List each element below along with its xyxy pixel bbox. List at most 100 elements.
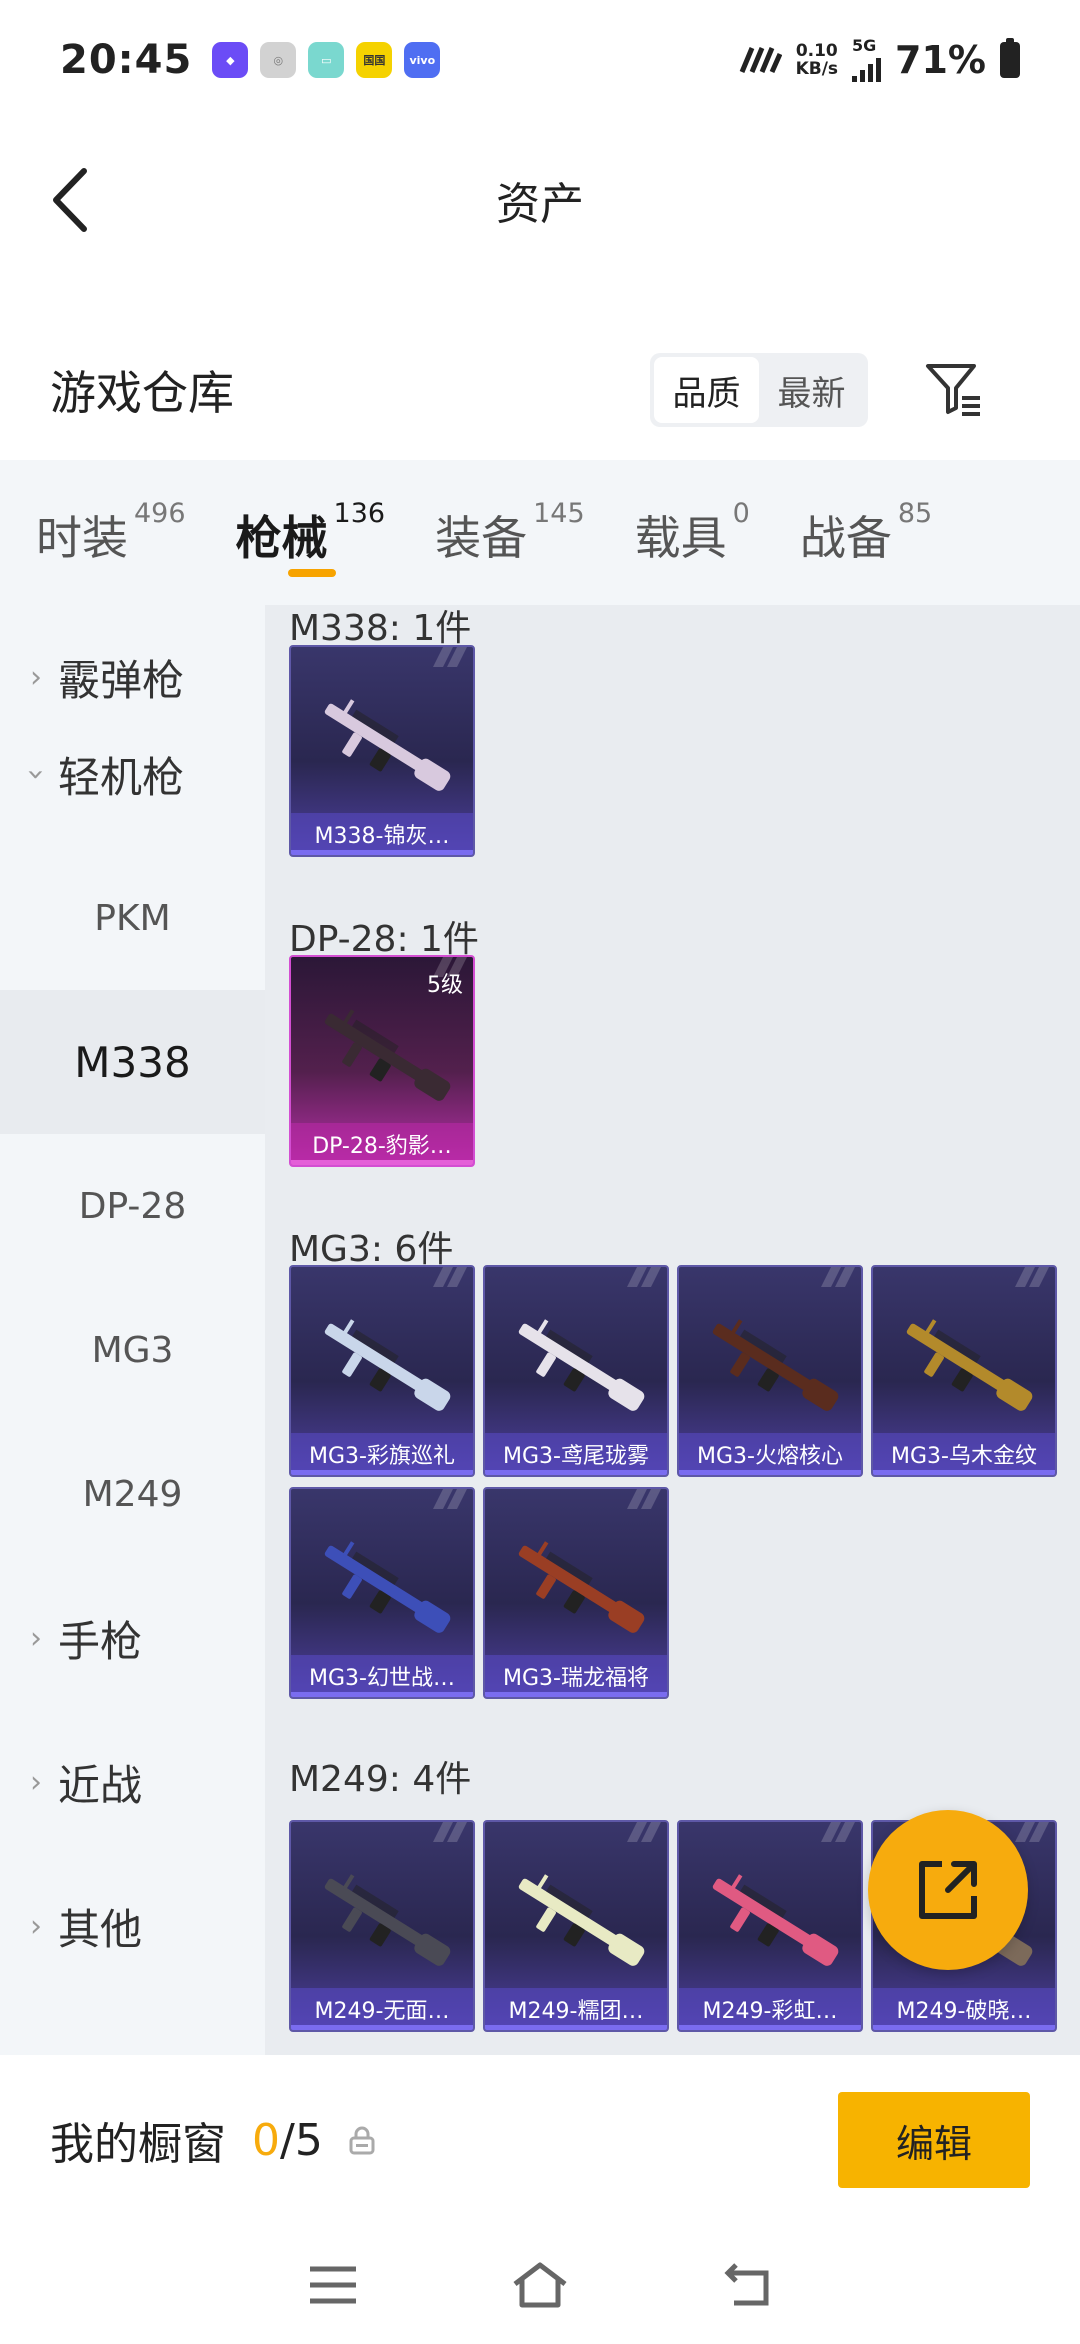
tab-count: 496 — [134, 498, 186, 529]
showcase-total: /5 — [280, 2114, 323, 2166]
weapon-card[interactable]: M249-糯团… — [483, 1820, 669, 2032]
machine-gun-icon — [712, 1874, 839, 1966]
showcase-label: 我的橱窗 — [50, 2119, 226, 2170]
showcase-bar: 我的橱窗 0/5 编辑 — [0, 2055, 1080, 2225]
sidebar-item-dp28[interactable]: DP-28 — [0, 1134, 265, 1278]
showcase-current: 0 — [252, 2114, 280, 2166]
network-indicator: 5G — [852, 36, 882, 82]
filter-button[interactable] — [920, 356, 988, 424]
page-header: 资产 — [0, 120, 1080, 280]
machine-gun-icon — [324, 1874, 451, 1966]
sidebar-item-other[interactable]: › 其他 — [0, 1854, 265, 1998]
warehouse-row: 游戏仓库 品质 最新 — [0, 330, 1080, 450]
machine-gun-icon — [324, 699, 451, 791]
weapon-card-name: MG3-幻世战… — [291, 1655, 473, 1697]
chevron-down-icon: › — [18, 768, 54, 780]
back-button[interactable] — [40, 160, 100, 240]
tab-vehicles[interactable]: 载具 0 — [635, 460, 750, 605]
machine-gun-icon — [906, 1319, 1033, 1411]
home-icon — [513, 2262, 567, 2307]
network-type: 5G — [852, 36, 877, 55]
home-button[interactable] — [510, 2255, 570, 2315]
showcase-count: 0/5 — [252, 2115, 323, 2166]
card-stripe-decoration — [627, 1267, 661, 1287]
weapon-card[interactable]: M249-无面… — [289, 1820, 475, 2032]
sidebar-item-label: MG3 — [91, 1329, 174, 1371]
weapon-card[interactable]: M249-彩虹… — [677, 1820, 863, 2032]
card-stripe-decoration — [821, 1267, 855, 1287]
yellow-app-icon: 国国 — [356, 42, 393, 78]
status-time: 20:45 — [60, 37, 193, 83]
weapon-card[interactable]: M338-锦灰… — [289, 645, 475, 857]
weapon-card[interactable]: MG3-火熔核心 — [677, 1265, 863, 1477]
sort-newest-button[interactable]: 最新 — [759, 357, 864, 423]
weapon-card-name: M249-糯团… — [485, 1988, 667, 2030]
net-speed-unit: KB/s — [795, 59, 839, 79]
edit-button[interactable]: 编辑 — [838, 2092, 1030, 2188]
machine-gun-icon — [518, 1319, 645, 1411]
card-stripe-decoration — [1015, 1267, 1049, 1287]
tab-fashion[interactable]: 时装 496 — [36, 460, 186, 605]
card-stripe-decoration — [433, 1489, 467, 1509]
back-arrow-icon — [53, 168, 87, 232]
gray-app-icon: ◎ — [260, 42, 297, 78]
tab-firearms[interactable]: 枪械 136 — [235, 460, 385, 605]
signal-icon — [852, 54, 882, 82]
sidebar-item-m249[interactable]: M249 — [0, 1422, 265, 1566]
tab-label: 枪械 — [235, 511, 328, 565]
weapon-card-name: MG3-瑞龙福将 — [485, 1655, 667, 1697]
system-navigation-bar — [0, 2225, 1080, 2344]
menu-button[interactable] — [303, 2255, 363, 2315]
chevron-right-icon: › — [30, 1764, 42, 1800]
vivo-app-icon: vivo — [404, 42, 441, 78]
sort-quality-button[interactable]: 品质 — [654, 357, 759, 423]
system-back-button[interactable] — [717, 2255, 777, 2315]
chevron-right-icon: › — [30, 659, 42, 695]
sidebar-item-label: 手枪 — [58, 1616, 143, 1666]
tab-combat-supplies[interactable]: 战备 85 — [800, 460, 932, 605]
card-stripe-decoration — [627, 1822, 661, 1842]
weapon-card-name: DP-28-豹影… — [291, 1123, 473, 1165]
nfc-icon — [739, 47, 782, 74]
sidebar-item-lmg[interactable]: › 轻机枪 — [0, 702, 265, 846]
card-stripe-decoration — [433, 1267, 467, 1287]
card-stripe-decoration — [433, 647, 467, 667]
weapon-card-name: MG3-乌木金纹 — [873, 1433, 1055, 1475]
sidebar-item-pkm[interactable]: PKM — [0, 846, 265, 990]
active-tab-indicator — [287, 569, 336, 577]
status-bar: 20:45 ◆ ◎ ▭ 国国 vivo 0.10 KB/s 5G 71% — [0, 0, 1080, 120]
warehouse-title: 游戏仓库 — [50, 366, 234, 420]
sidebar-item-label: DP-28 — [78, 1185, 187, 1227]
weapon-card[interactable]: MG3-瑞龙福将 — [483, 1487, 669, 1699]
weapon-card[interactable]: MG3-彩旗巡礼 — [289, 1265, 475, 1477]
sort-toggle: 品质 最新 — [650, 353, 868, 427]
machine-gun-icon — [324, 1009, 451, 1101]
weapon-card-name: M249-彩虹… — [679, 1988, 861, 2030]
tab-count: 85 — [897, 498, 933, 529]
menu-icon — [310, 2266, 357, 2303]
weapon-card-name: M249-破晓… — [873, 1988, 1055, 2030]
weapon-card[interactable]: MG3-乌木金纹 — [871, 1265, 1057, 1477]
weapon-card-name: MG3-鸢尾珑雾 — [485, 1433, 667, 1475]
weapon-card[interactable]: 5级 DP-28-豹影… — [289, 955, 475, 1167]
sidebar-item-mg3[interactable]: MG3 — [0, 1278, 265, 1422]
machine-gun-icon — [518, 1541, 645, 1633]
card-stripe-decoration — [821, 1822, 855, 1842]
weapon-card[interactable]: MG3-鸢尾珑雾 — [483, 1265, 669, 1477]
share-icon — [919, 1861, 977, 1919]
share-button[interactable] — [868, 1810, 1028, 1970]
status-right: 0.10 KB/s 5G 71% — [738, 38, 1020, 82]
lock-icon — [349, 2126, 375, 2155]
net-speed-value: 0.10 — [795, 41, 838, 61]
machine-gun-icon — [324, 1319, 451, 1411]
sidebar-item-melee[interactable]: › 近战 — [0, 1710, 265, 1854]
tab-label: 战备 — [799, 511, 892, 565]
card-stripe-decoration — [627, 1489, 661, 1509]
tab-equipment[interactable]: 装备 145 — [435, 460, 585, 605]
sidebar-item-m338[interactable]: M338 — [0, 990, 265, 1134]
filter-icon — [926, 364, 980, 416]
sidebar-item-pistol[interactable]: › 手枪 — [0, 1566, 265, 1710]
weapon-card[interactable]: MG3-幻世战… — [289, 1487, 475, 1699]
card-stripe-decoration — [433, 1822, 467, 1842]
battery-icon — [1000, 38, 1020, 78]
